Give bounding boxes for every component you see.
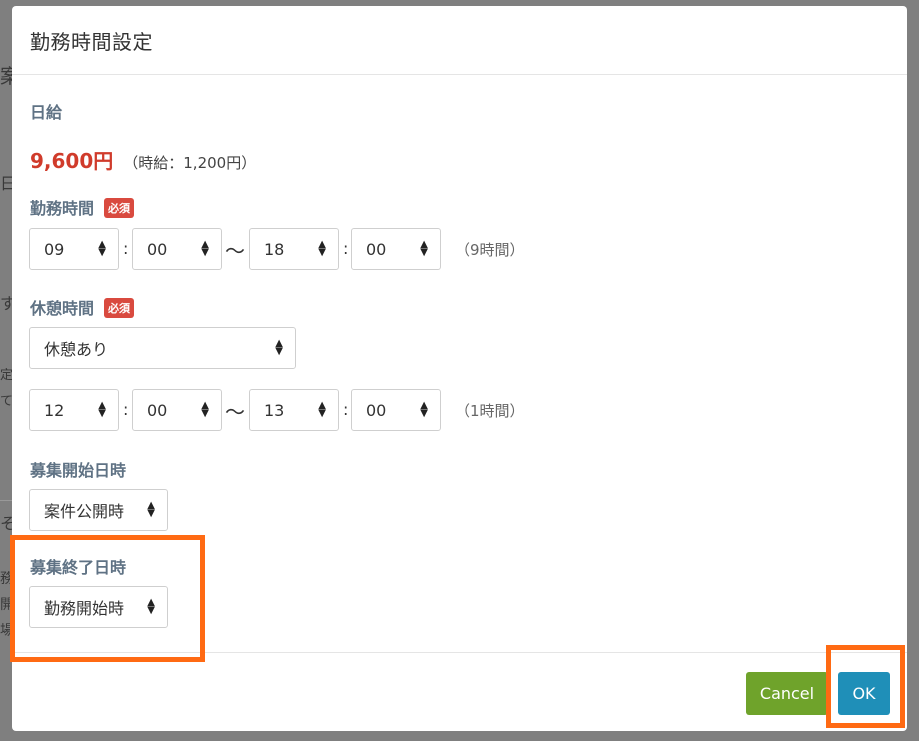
recruit-start-value: 案件公開時 [44, 502, 125, 521]
recruit-end-select[interactable]: 勤務開始時 ▲ ▼ [29, 586, 168, 628]
recruit-start-select[interactable]: 案件公開時 ▲ ▼ [29, 489, 168, 531]
work-duration: （9時間） [455, 241, 525, 259]
work-start-minute-value: 00 [147, 239, 168, 259]
required-badge: 必須 [104, 298, 135, 318]
modal-body: 日給 9,600円 （時給：1,200円） 勤務時間 必須 09 ▲ ▼ : 00 … [12, 75, 907, 652]
recruit-end-label: 募集終了日時 [30, 558, 127, 577]
select-arrows-icon: ▲ ▼ [98, 239, 106, 258]
ok-button[interactable]: OK [838, 672, 890, 715]
time-colon: : [123, 239, 129, 258]
break-start-minute-select[interactable]: 00 ▲ ▼ [132, 389, 222, 431]
select-arrows-icon: ▲ ▼ [420, 400, 428, 419]
cancel-button[interactable]: Cancel [746, 672, 828, 715]
hourly-wage-note: （時給：1,200円） [123, 154, 257, 172]
daily-wage-row: 9,600円 （時給：1,200円） [30, 145, 256, 174]
time-colon: : [343, 400, 349, 419]
recruit-end-value: 勤務開始時 [44, 599, 125, 618]
daily-wage-label: 日給 [30, 103, 63, 122]
work-time-settings-modal: 勤務時間設定 日給 9,600円 （時給：1,200円） 勤務時間 必須 09 ▲… [12, 6, 907, 731]
break-end-minute-value: 00 [366, 400, 387, 420]
select-arrows-icon: ▲ ▼ [201, 400, 209, 419]
bg-divider [0, 500, 12, 501]
break-start-minute-value: 00 [147, 400, 168, 420]
select-arrows-icon: ▲ ▼ [318, 239, 326, 258]
work-start-hour-select[interactable]: 09 ▲ ▼ [29, 228, 119, 270]
time-range-tilde: 〜 [225, 239, 245, 263]
daily-wage-amount: 9,600円 [30, 149, 114, 173]
modal-footer: Cancel OK [12, 652, 907, 731]
select-arrows-icon: ▲ ▼ [147, 500, 155, 519]
select-arrows-icon: ▲ ▼ [318, 400, 326, 419]
break-start-hour-select[interactable]: 12 ▲ ▼ [29, 389, 119, 431]
work-time-label-text: 勤務時間 [30, 199, 95, 218]
break-time-label-text: 休憩時間 [30, 299, 95, 318]
work-end-hour-select[interactable]: 18 ▲ ▼ [249, 228, 339, 270]
work-time-label: 勤務時間 必須 [30, 195, 135, 219]
break-time-label: 休憩時間 必須 [30, 295, 135, 319]
time-range-tilde: 〜 [225, 400, 245, 424]
break-duration: （1時間） [455, 402, 525, 420]
required-badge: 必須 [104, 198, 135, 218]
time-colon: : [123, 400, 129, 419]
work-start-hour-value: 09 [44, 239, 65, 259]
select-arrows-icon: ▲ ▼ [275, 338, 283, 357]
break-start-hour-value: 12 [44, 400, 65, 420]
break-end-hour-select[interactable]: 13 ▲ ▼ [249, 389, 339, 431]
work-start-minute-select[interactable]: 00 ▲ ▼ [132, 228, 222, 270]
break-mode-select[interactable]: 休憩あり ▲ ▼ [29, 327, 296, 369]
select-arrows-icon: ▲ ▼ [147, 597, 155, 616]
select-arrows-icon: ▲ ▼ [420, 239, 428, 258]
break-end-minute-select[interactable]: 00 ▲ ▼ [351, 389, 441, 431]
select-arrows-icon: ▲ ▼ [98, 400, 106, 419]
modal-title: 勤務時間設定 [30, 29, 153, 54]
select-arrows-icon: ▲ ▼ [201, 239, 209, 258]
break-mode-value: 休憩あり [44, 340, 109, 359]
time-colon: : [343, 239, 349, 258]
break-end-hour-value: 13 [264, 400, 285, 420]
work-end-minute-value: 00 [366, 239, 387, 259]
work-end-minute-select[interactable]: 00 ▲ ▼ [351, 228, 441, 270]
modal-header: 勤務時間設定 [12, 6, 907, 75]
work-end-hour-value: 18 [264, 239, 285, 259]
recruit-start-label: 募集開始日時 [30, 461, 127, 480]
